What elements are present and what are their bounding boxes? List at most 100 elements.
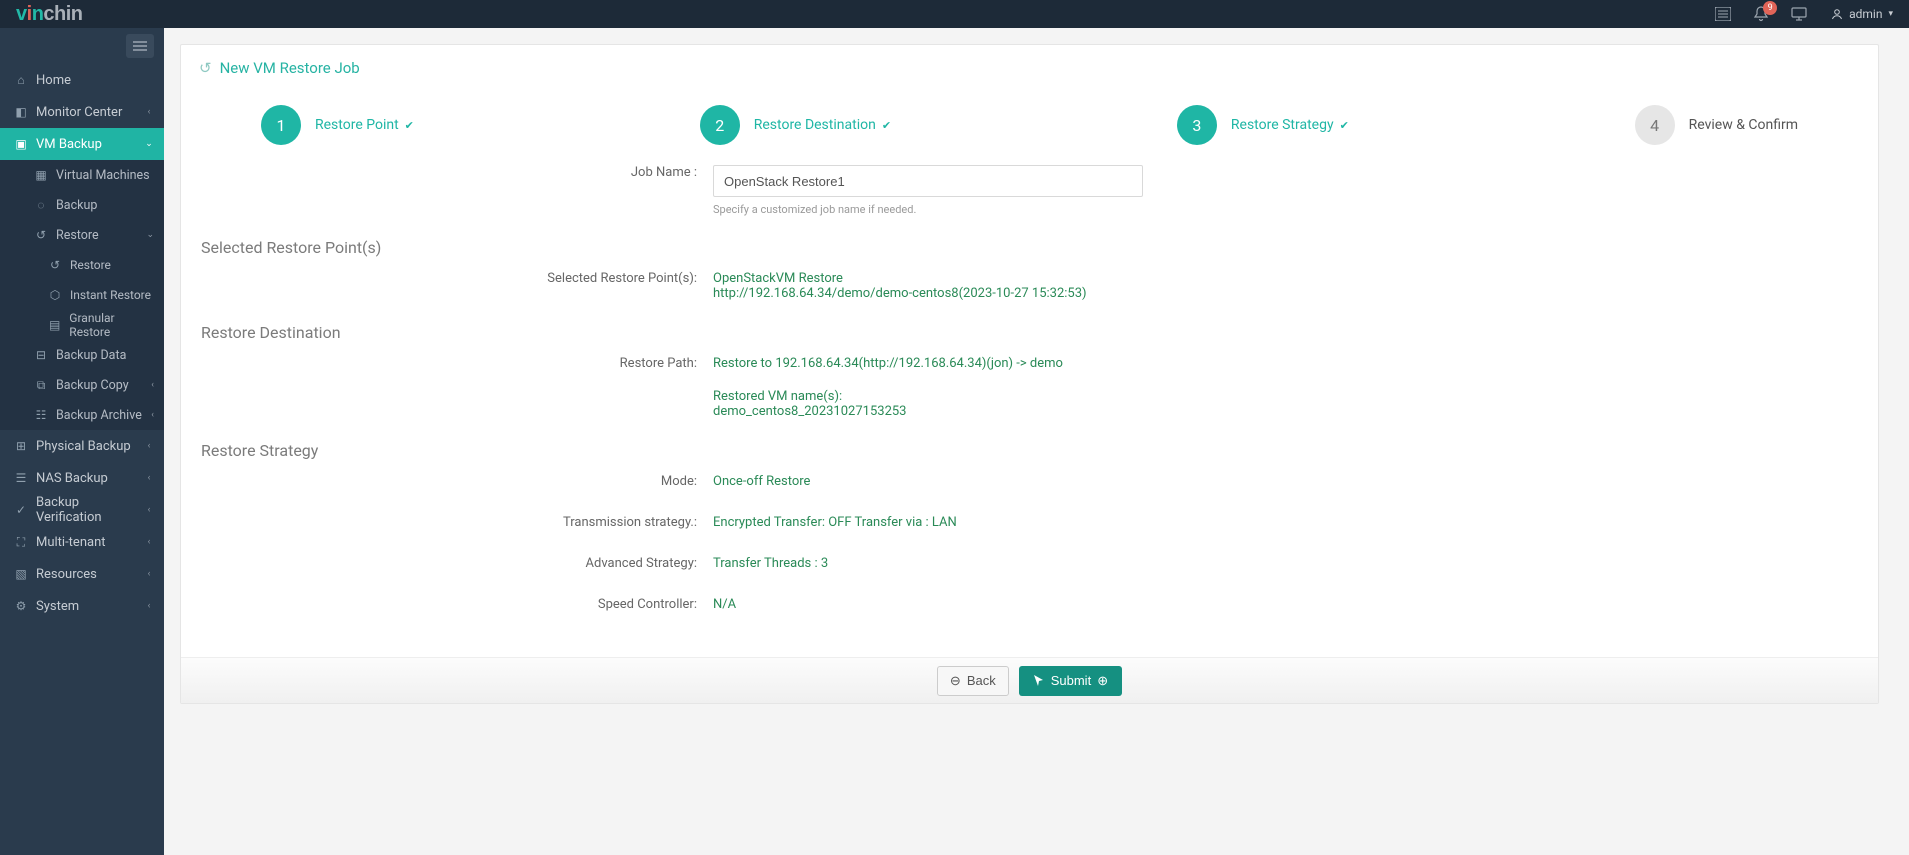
sidebar-sub-backup-archive[interactable]: ☷ Backup Archive ‹	[0, 400, 164, 430]
page-title: New VM Restore Job	[220, 59, 360, 77]
sidebar-item-label: Multi-tenant	[36, 535, 136, 550]
shell: ⌂ Home ◧ Monitor Center ‹ ▣ VM Backup ⌄ …	[0, 28, 1909, 855]
step-review-confirm[interactable]: 4 Review & Confirm	[1635, 105, 1798, 145]
nas-backup-icon: ☰	[14, 471, 28, 485]
restore-icon: ↺	[199, 59, 212, 77]
list-icon[interactable]	[1709, 0, 1737, 28]
submit-button[interactable]: Submit ⊕	[1019, 666, 1122, 696]
main: ↺ New VM Restore Job 1 Restore Point ✔ 2…	[164, 28, 1909, 855]
restore-point-label: Selected Restore Point(s):	[193, 271, 713, 301]
restore-point-value-line2: http://192.168.64.34/demo/demo-centos8(2…	[713, 286, 1087, 301]
step-label: Review & Confirm	[1689, 117, 1798, 133]
restored-names-spacer	[193, 389, 713, 419]
chevron-left-icon: ‹	[144, 537, 154, 547]
chevron-down-icon: ▾	[1888, 9, 1893, 19]
back-button[interactable]: ⊖ Back	[937, 666, 1009, 696]
sidebar-sub-backup-data[interactable]: ⊟ Backup Data	[0, 340, 164, 370]
chevron-left-icon: ‹	[144, 601, 154, 611]
section-title-restore-point: Selected Restore Point(s)	[193, 224, 1866, 263]
arrow-left-icon: ⊖	[950, 673, 961, 689]
speed-row: Speed Controller: N/A	[193, 579, 1866, 620]
panel-footer: ⊖ Back Submit ⊕	[181, 657, 1878, 703]
speed-label: Speed Controller:	[193, 597, 713, 612]
step-label: Restore Destination	[754, 117, 876, 133]
brand-logo: vinchin	[16, 3, 83, 26]
sidebar-item-label: Instant Restore	[70, 288, 151, 302]
sidebar-item-label: Restore	[70, 258, 111, 272]
sidebar: ⌂ Home ◧ Monitor Center ‹ ▣ VM Backup ⌄ …	[0, 28, 164, 855]
mode-row: Mode: Once-off Restore	[193, 466, 1866, 497]
sidebar-item-label: Backup Data	[56, 348, 126, 363]
sidebar-item-physical-backup[interactable]: ⊞ Physical Backup ‹	[0, 430, 164, 462]
user-menu[interactable]: admin ▾	[1831, 7, 1893, 21]
sidebar-sub-backup[interactable]: ◌ Backup	[0, 190, 164, 220]
sidebar-item-label: Backup	[56, 198, 97, 213]
resources-icon: ▧	[14, 567, 28, 581]
speed-value: N/A	[713, 597, 736, 612]
panel-header: ↺ New VM Restore Job	[181, 45, 1878, 87]
backup-copy-icon: ⧉	[34, 378, 48, 393]
mode-label: Mode:	[193, 474, 713, 489]
step-label: Restore Strategy	[1231, 117, 1334, 133]
monitor-icon[interactable]	[1785, 0, 1813, 28]
sidebar-item-label: Backup Verification	[36, 495, 136, 525]
sidebar-item-backup-verification[interactable]: ✓ Backup Verification ‹	[0, 494, 164, 526]
restore-path-row: Restore Path: Restore to 192.168.64.34(h…	[193, 348, 1866, 379]
step-number: 2	[700, 105, 740, 145]
topbar: vinchin 9 admin ▾	[0, 0, 1909, 28]
step-number: 3	[1177, 105, 1217, 145]
step-label: Restore Point	[315, 117, 399, 133]
sidebar-item-label: Granular Restore	[69, 311, 154, 339]
sidebar-sub-restore-restore[interactable]: ↺ Restore	[0, 250, 164, 280]
sidebar-item-system[interactable]: ⚙ System ‹	[0, 590, 164, 622]
sidebar-sub-backup-copy[interactable]: ⧉ Backup Copy ‹	[0, 370, 164, 400]
backup-verification-icon: ✓	[14, 503, 28, 517]
sidebar-sub-granular-restore[interactable]: ▤ Granular Restore	[0, 310, 164, 340]
step-restore-destination[interactable]: 2 Restore Destination ✔	[700, 105, 891, 145]
restore-path-value: Restore to 192.168.64.34(http://192.168.…	[713, 356, 1063, 371]
sidebar-item-nas-backup[interactable]: ☰ NAS Backup ‹	[0, 462, 164, 494]
sidebar-item-resources[interactable]: ▧ Resources ‹	[0, 558, 164, 590]
check-icon: ✔	[1340, 119, 1349, 132]
mode-value: Once-off Restore	[713, 474, 810, 489]
sidebar-item-multi-tenant[interactable]: ⛶ Multi-tenant ‹	[0, 526, 164, 558]
sidebar-sub-instant-restore[interactable]: ⬡ Instant Restore	[0, 280, 164, 310]
step-number: 1	[261, 105, 301, 145]
sidebar-collapse-button[interactable]	[126, 34, 154, 58]
user-label: admin	[1849, 7, 1882, 21]
sidebar-item-vm-backup[interactable]: ▣ VM Backup ⌄	[0, 128, 164, 160]
chevron-down-icon: ⌄	[144, 139, 154, 149]
monitor-center-icon: ◧	[14, 105, 28, 119]
sidebar-item-label: Physical Backup	[36, 439, 136, 454]
sidebar-item-label: Resources	[36, 567, 136, 582]
notification-icon[interactable]: 9	[1747, 0, 1775, 28]
sidebar-item-label: Restore	[56, 228, 99, 243]
restore-point-value-line1: OpenStackVM Restore	[713, 271, 1087, 286]
sidebar-item-label: Monitor Center	[36, 105, 136, 120]
section-title-restore-strategy: Restore Strategy	[193, 427, 1866, 466]
restore-point-row: Selected Restore Point(s): OpenStackVM R…	[193, 263, 1866, 309]
backup-icon: ◌	[34, 198, 48, 212]
system-icon: ⚙	[14, 599, 28, 613]
restore-icon: ↺	[34, 228, 48, 242]
restored-names-row: Restored VM name(s): demo_centos8_202310…	[193, 379, 1866, 427]
job-name-input[interactable]	[713, 165, 1143, 197]
sidebar-item-monitor-center[interactable]: ◧ Monitor Center ‹	[0, 96, 164, 128]
transmission-label: Transmission strategy.:	[193, 515, 713, 530]
sidebar-item-label: VM Backup	[36, 137, 136, 152]
restore-point-value: OpenStackVM Restore http://192.168.64.34…	[713, 271, 1087, 301]
section-title-restore-destination: Restore Destination	[193, 309, 1866, 348]
notification-badge: 9	[1763, 1, 1777, 15]
step-restore-strategy[interactable]: 3 Restore Strategy ✔	[1177, 105, 1349, 145]
sidebar-item-home[interactable]: ⌂ Home	[0, 64, 164, 96]
step-restore-point[interactable]: 1 Restore Point ✔	[261, 105, 414, 145]
cursor-icon	[1033, 674, 1045, 688]
sidebar-item-label: System	[36, 599, 136, 614]
multi-tenant-icon: ⛶	[14, 535, 28, 550]
job-name-label: Job Name :	[193, 165, 713, 216]
panel-body: Job Name : Specify a customized job name…	[181, 157, 1878, 620]
sidebar-item-label: NAS Backup	[36, 471, 136, 486]
sidebar-sub-virtual-machines[interactable]: ▦ Virtual Machines	[0, 160, 164, 190]
sidebar-toggle-row	[0, 28, 164, 64]
sidebar-sub-restore[interactable]: ↺ Restore ⌄	[0, 220, 164, 250]
